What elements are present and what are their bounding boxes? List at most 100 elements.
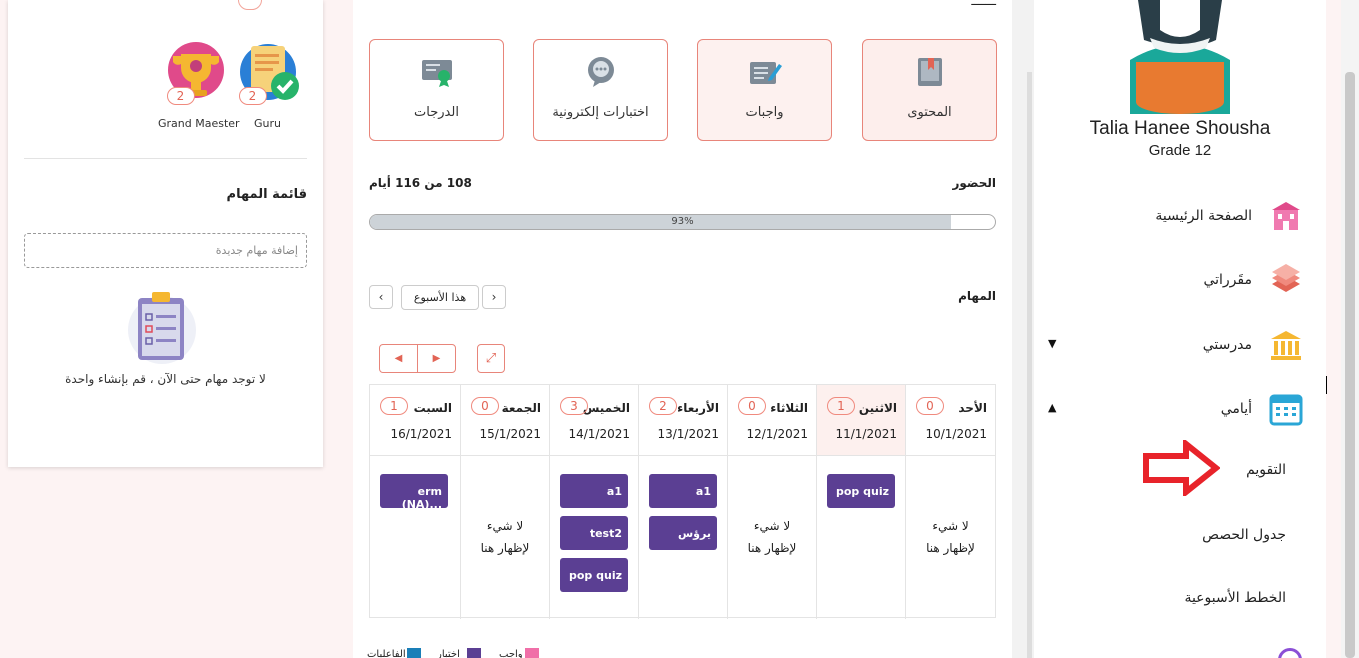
- calendar-day-column: الجمعة 0 15/1/2021 لا شيء لإظهار هنا: [460, 385, 549, 619]
- next-week-button[interactable]: ›: [482, 285, 506, 309]
- badge-grand-maester[interactable]: 2 Grand Maester: [158, 40, 240, 130]
- left-panel: 2 Grand Maester 2 Guru قائمة المهام إضاف…: [8, 0, 323, 467]
- sidebar-item-label: مقَرراتي: [1203, 272, 1252, 288]
- legend-swatch-homework: [525, 648, 539, 658]
- main-panel: ـــــــ المحتوى واجبات اختبارات إلكتروني…: [353, 0, 1012, 658]
- section-title-fragment: ـــــــ: [971, 0, 996, 8]
- day-count-badge: 0: [471, 397, 499, 415]
- calendar-event-chip[interactable]: a1: [649, 474, 717, 508]
- tile-content[interactable]: المحتوى: [862, 39, 997, 141]
- prev-week-button[interactable]: ‹: [369, 285, 393, 309]
- sidebar-item-label: مدرستي: [1202, 337, 1252, 353]
- badges-area: 2 Grand Maester 2 Guru: [158, 40, 318, 135]
- expand-icon[interactable]: ⤢: [477, 344, 505, 373]
- main-scrollbar[interactable]: [1012, 0, 1034, 658]
- empty-day-message: لا شيء لإظهار هنا: [747, 519, 797, 555]
- calendar-event-chip[interactable]: pop quiz: [560, 558, 628, 592]
- day-header: السبت 1 16/1/2021: [370, 385, 460, 456]
- calendar-day-column: الخميس 3 14/1/2021 a1 test2 pop quiz: [549, 385, 638, 619]
- avatar[interactable]: [1120, 0, 1240, 114]
- tile-homework[interactable]: واجبات: [697, 39, 832, 141]
- day-date: 10/1/2021: [925, 427, 987, 441]
- divider: [24, 158, 307, 159]
- weekly-calendar: السبت 1 16/1/2021 erm (NA)... الجمعة 0 15/1/20…: [369, 384, 996, 619]
- calendar-day-column: الأحد 0 10/1/2021 لا شيء لإظهار هنا: [905, 385, 995, 619]
- sidebar-item-home[interactable]: الصفحة الرئيسية: [1155, 198, 1304, 234]
- legend-swatch-events: [407, 648, 421, 658]
- attendance-label: الحضور: [952, 176, 996, 190]
- calendar-event-chip[interactable]: test2: [560, 516, 628, 550]
- trophy-icon: 2: [161, 40, 231, 105]
- sidebar-item-school[interactable]: مدرستي: [1203, 327, 1304, 363]
- caret-left-icon[interactable]: ◀: [380, 345, 418, 372]
- legend-label: اختبار: [437, 649, 460, 658]
- page-scrollbar[interactable]: [1341, 0, 1359, 658]
- calendar-event-chip[interactable]: pop quiz: [827, 474, 895, 508]
- partial-nav-icon[interactable]: [1278, 648, 1302, 658]
- user-name: Talia Hanee Shousha: [1089, 118, 1271, 139]
- day-name: الأحد: [958, 401, 987, 415]
- day-header: الاثنين 1 11/1/2021: [817, 385, 905, 456]
- sidebar-subitem-schedule[interactable]: جدول الحصص: [1202, 527, 1286, 543]
- sidebar-item-courses[interactable]: مقَرراتي: [1203, 262, 1304, 298]
- day-date: 15/1/2021: [479, 427, 541, 441]
- day-name: الخميس: [582, 401, 630, 415]
- scroll-icon: 2: [233, 40, 303, 105]
- day-header: الأحد 0 10/1/2021: [906, 385, 995, 456]
- homework-icon: [747, 54, 783, 90]
- day-name: الثلاثاء: [770, 401, 808, 415]
- book-icon: [912, 54, 948, 90]
- calendar-event-chip[interactable]: يرؤس: [649, 516, 717, 550]
- sidebar-item-label: الصفحة الرئيسية: [1155, 208, 1252, 224]
- badge-count: 2: [238, 87, 267, 105]
- badge-count-fragment: [238, 0, 262, 10]
- caret-right-icon[interactable]: ▶: [418, 345, 455, 372]
- day-header: الخميس 3 14/1/2021: [550, 385, 638, 456]
- day-date: 12/1/2021: [746, 427, 808, 441]
- empty-day-message: لا شيء لإظهار هنا: [480, 519, 530, 555]
- day-count-badge: 2: [649, 397, 677, 415]
- text-cursor: [1326, 376, 1327, 394]
- tile-grades[interactable]: الدرجات: [369, 39, 504, 141]
- chevron-down-icon[interactable]: ▼: [1048, 337, 1056, 350]
- calendar-icon: [1268, 391, 1304, 427]
- tile-e-exams[interactable]: اختبارات إلكترونية: [533, 39, 668, 141]
- calendar-event-chip[interactable]: a1: [560, 474, 628, 508]
- day-count-badge: 1: [827, 397, 855, 415]
- day-date: 14/1/2021: [568, 427, 630, 441]
- red-arrow-icon: [1142, 437, 1221, 499]
- legend: واجب اختبار الفاعليات: [367, 648, 549, 658]
- day-count-badge: 1: [380, 397, 408, 415]
- sidebar-subitem-weekly-plans[interactable]: الخطط الأسبوعية: [1184, 590, 1286, 606]
- tile-label: الدرجات: [414, 105, 459, 120]
- sidebar-item-my-days[interactable]: أيامي: [1221, 391, 1304, 427]
- day-count-badge: 0: [916, 397, 944, 415]
- calendar-day-column: الأربعاء 2 13/1/2021 a1 يرؤس: [638, 385, 727, 619]
- legend-label: واجب: [499, 649, 523, 658]
- day-date: 13/1/2021: [657, 427, 719, 441]
- empty-tasks-message: لا توجد مهام حتى الآن ، قم بإنشاء واحدة: [65, 372, 266, 386]
- sidebar-subitem-calendar[interactable]: التقويم: [1246, 462, 1286, 478]
- tasks-label: المهام: [958, 289, 996, 303]
- books-stack-icon: [1268, 262, 1304, 298]
- calendar-day-column: الثلاثاء 0 12/1/2021 لا شيء لإظهار هنا: [727, 385, 816, 619]
- tile-label: واجبات: [745, 105, 784, 120]
- school-building-icon: [1268, 198, 1304, 234]
- badge-count: 2: [166, 87, 195, 105]
- chevron-up-icon[interactable]: ▲: [1048, 401, 1056, 414]
- sidebar: Talia Hanee Shousha Grade 12 الصفحة الرئ…: [1034, 0, 1326, 658]
- calendar-arrow-group: ◀ ▶: [379, 344, 456, 373]
- calendar-event-chip[interactable]: erm (NA)...: [380, 474, 448, 511]
- day-date: 11/1/2021: [835, 427, 897, 441]
- day-header: الأربعاء 2 13/1/2021: [639, 385, 727, 456]
- this-week-button[interactable]: هذا الأسبوع: [401, 285, 479, 310]
- badge-name: Guru: [254, 117, 281, 130]
- tile-label: اختبارات إلكترونية: [552, 105, 649, 120]
- badge-name: Grand Maester: [158, 117, 240, 130]
- attendance-days: 108 من 116 أيام: [369, 176, 472, 190]
- day-count-badge: 0: [738, 397, 766, 415]
- new-task-input[interactable]: إضافة مهام جديدة: [24, 233, 307, 268]
- clipboard-icon: [126, 288, 198, 368]
- sidebar-item-label: أيامي: [1220, 401, 1252, 417]
- badge-guru[interactable]: 2 Guru: [230, 40, 305, 130]
